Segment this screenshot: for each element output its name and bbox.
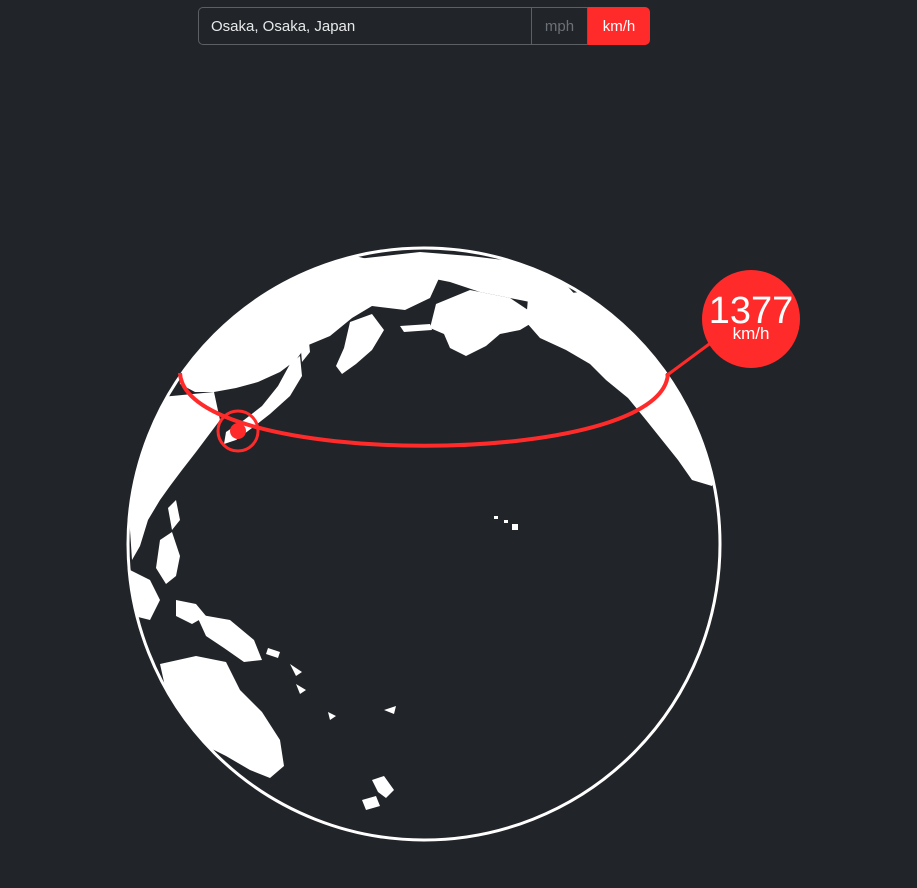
globe-visualization[interactable] xyxy=(0,0,917,888)
landmass-north-america xyxy=(526,292,718,486)
badge-connector-line xyxy=(665,340,713,378)
landmass-philippines xyxy=(156,500,180,584)
landmass-new-guinea xyxy=(196,614,262,662)
latitude-circle xyxy=(178,372,670,448)
landmass-new-zealand xyxy=(362,776,394,810)
location-marker-dot xyxy=(230,423,246,439)
landmass-aleutians xyxy=(400,324,432,332)
speed-badge: 1377 km/h xyxy=(702,270,800,368)
app-stage: mph km/h xyxy=(0,0,917,888)
landmass-hawaii xyxy=(494,516,518,530)
speed-unit: km/h xyxy=(732,324,770,343)
landmass-pacific-islands xyxy=(266,648,396,720)
landmass-east-asia xyxy=(129,392,220,560)
location-marker-icon[interactable] xyxy=(216,409,260,453)
